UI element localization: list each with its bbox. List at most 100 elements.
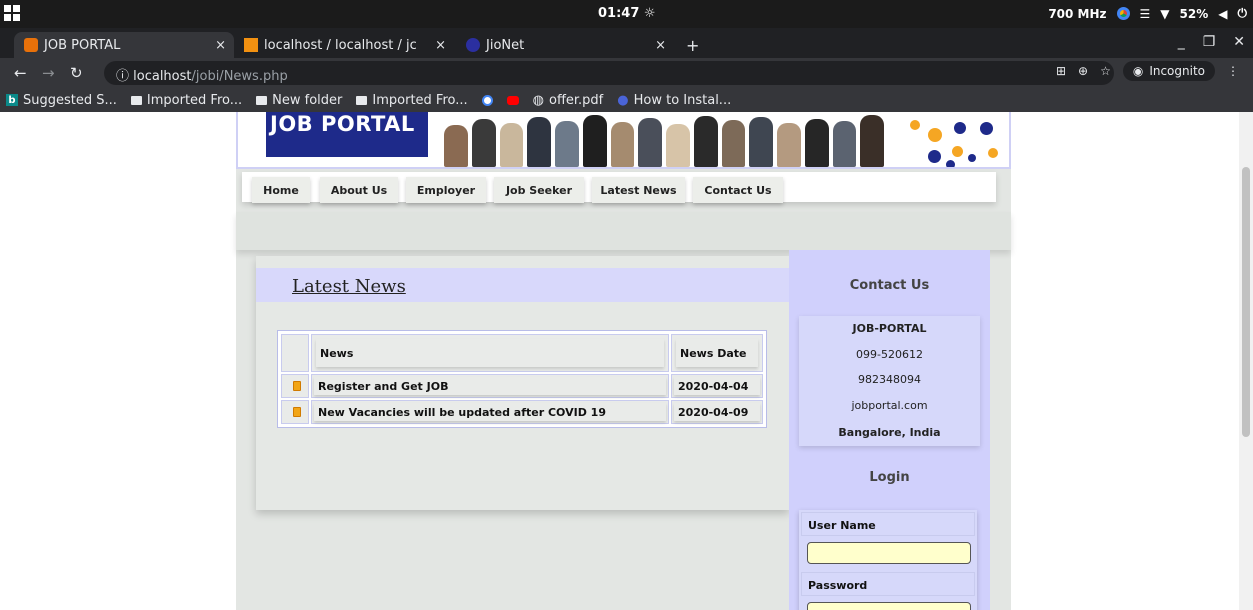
info-icon[interactable]: ⓘ (116, 69, 133, 84)
table-row: 2020-04-04 (671, 374, 763, 398)
bookmark-suggested[interactable]: b Suggested S... (6, 93, 117, 108)
incognito-icon: ◉ (1132, 64, 1144, 78)
site-banner: JOB PORTAL (236, 112, 1011, 169)
google-icon (481, 94, 493, 106)
contact-company: JOB-PORTAL (852, 322, 927, 335)
system-status-area[interactable]: 700 MHz ☰ ▼ 52% ◀ ⏻ (1048, 6, 1247, 21)
nav-home[interactable]: Home (252, 177, 310, 203)
reload-icon[interactable]: ↻ (70, 64, 83, 82)
folder-icon (130, 95, 142, 105)
tab-jionet[interactable]: JioNet × (456, 32, 674, 58)
jio-favicon (466, 38, 480, 52)
password-label: Password (801, 572, 975, 596)
bookmark-star-icon[interactable]: ☆ (1100, 64, 1111, 78)
table-row: Register and Get JOB (311, 374, 669, 398)
nav-latest-news[interactable]: Latest News (592, 177, 685, 203)
tab-job-portal[interactable]: JOB PORTAL × (14, 32, 234, 58)
wifi-icon: ▼ (1160, 6, 1170, 21)
password-input[interactable] (807, 602, 971, 610)
close-tab-icon[interactable]: × (655, 38, 666, 53)
translate-icon[interactable]: ⊞ (1056, 64, 1066, 78)
page-viewport: JOB PORTAL Home About Us Employer Job Se… (0, 112, 1253, 610)
login-title: Login (869, 470, 910, 485)
bookmark-google[interactable] (481, 94, 493, 106)
url-host: localhost (133, 69, 192, 84)
close-tab-icon[interactable]: × (435, 38, 446, 53)
site-logo[interactable]: JOB PORTAL (266, 112, 428, 157)
zoom-icon[interactable]: ⊕ (1078, 64, 1088, 78)
url-path: /jobi/News.php (191, 69, 288, 84)
nav-about-us[interactable]: About Us (320, 177, 398, 203)
tab-label: JOB PORTAL (44, 37, 121, 53)
header-date-label: News Date (676, 339, 758, 367)
table-header-news: News (311, 334, 669, 372)
contact-phone-2: 982348094 (858, 373, 921, 386)
window-controls: _ ❐ ✕ (1178, 34, 1245, 50)
new-tab-button[interactable]: + (676, 32, 706, 58)
bookmark-label: New folder (272, 92, 343, 108)
nav-contact-us[interactable]: Contact Us (693, 177, 783, 203)
forward-icon[interactable]: → (42, 64, 55, 82)
contact-phone-1: 099-520612 (856, 348, 923, 361)
news-title: New Vacancies will be updated after COVI… (314, 403, 666, 421)
contact-address: Bangalore, India (838, 426, 941, 439)
table-header-date: News Date (671, 334, 763, 372)
bookmark-imported-2[interactable]: Imported Fro... (356, 92, 468, 108)
latest-news-link[interactable]: Latest News (292, 276, 406, 297)
news-panel: Latest News News News Date Register and … (256, 256, 789, 510)
system-clock[interactable]: 01:47 ☼ (598, 6, 656, 21)
apps-grid-icon[interactable] (4, 5, 20, 21)
news-date: 2020-04-04 (674, 377, 760, 395)
bookmark-label: How to Instal... (633, 92, 732, 108)
more-menu-icon[interactable]: ⋮ (1227, 64, 1239, 78)
table-row-bullet (281, 374, 309, 398)
close-window-icon[interactable]: ✕ (1233, 34, 1245, 50)
os-top-bar: 01:47 ☼ 700 MHz ☰ ▼ 52% ◀ ⏻ (0, 0, 1253, 28)
browser-tab-strip: JOB PORTAL × localhost / localhost / jc … (0, 28, 1253, 58)
bookmark-new-folder[interactable]: New folder (256, 93, 342, 108)
header-news-label: News (316, 339, 664, 367)
folder-icon (356, 95, 368, 105)
table-row: 2020-04-09 (671, 400, 763, 424)
phpmyadmin-favicon (244, 38, 258, 52)
youtube-icon (506, 95, 519, 105)
close-tab-icon[interactable]: × (215, 38, 226, 53)
bookmark-how-to-install[interactable]: ● How to Instal... (617, 93, 731, 108)
contact-box: JOB-PORTAL 099-520612 982348094 jobporta… (799, 316, 980, 446)
minimize-icon[interactable]: _ (1178, 34, 1185, 50)
incognito-badge[interactable]: ◉ Incognito (1122, 61, 1215, 81)
page-scrollbar[interactable] (1239, 112, 1253, 610)
bullet-icon (292, 381, 301, 391)
table-header-blank (281, 334, 309, 372)
username-input[interactable] (807, 542, 971, 564)
bookmark-youtube[interactable] (506, 95, 519, 105)
incognito-label: Incognito (1149, 64, 1205, 78)
sidebar: Contact Us JOB-PORTAL 099-520612 9823480… (789, 250, 990, 610)
chrome-icon (1116, 7, 1130, 20)
power-icon[interactable]: ⏻ (1238, 6, 1248, 21)
back-icon[interactable]: ← (14, 64, 27, 82)
bookmark-label: Imported Fro... (372, 92, 468, 108)
bookmark-imported-1[interactable]: Imported Fro... (130, 92, 243, 108)
globe-icon: ◍ (532, 92, 544, 108)
scrollbar-thumb[interactable] (1242, 167, 1250, 437)
bookmark-label: Suggested S... (23, 92, 117, 108)
restore-icon[interactable]: ❐ (1203, 34, 1216, 50)
bookmark-label: Imported Fro... (146, 92, 243, 108)
news-heading-bar: Latest News (256, 268, 789, 302)
address-bar-row: ← → ↻ ⓘ localhost/jobi/News.php ⊞ ⊕ ☆ ◉ I… (0, 58, 1253, 88)
tab-phpmyadmin[interactable]: localhost / localhost / jc × (234, 32, 454, 58)
folder-icon (256, 95, 268, 105)
news-table: News News Date Register and Get JOB 2020… (277, 330, 767, 428)
nav-job-seeker[interactable]: Job Seeker (494, 177, 584, 203)
bookmarks-bar: b Suggested S... Imported Fro... New fold… (0, 88, 1253, 112)
main-nav: Home About Us Employer Job Seeker Latest… (242, 172, 996, 203)
contact-website: jobportal.com (851, 399, 928, 412)
news-title: Register and Get JOB (314, 377, 666, 395)
url-bar[interactable]: ⓘ localhost/jobi/News.php (104, 61, 1114, 85)
bookmark-offer-pdf[interactable]: ◍ offer.pdf (533, 93, 604, 108)
nav-employer[interactable]: Employer (406, 177, 486, 203)
tab-label: localhost / localhost / jc (264, 37, 417, 53)
job-portal-favicon (24, 38, 38, 52)
banner-people-image (444, 112, 884, 167)
